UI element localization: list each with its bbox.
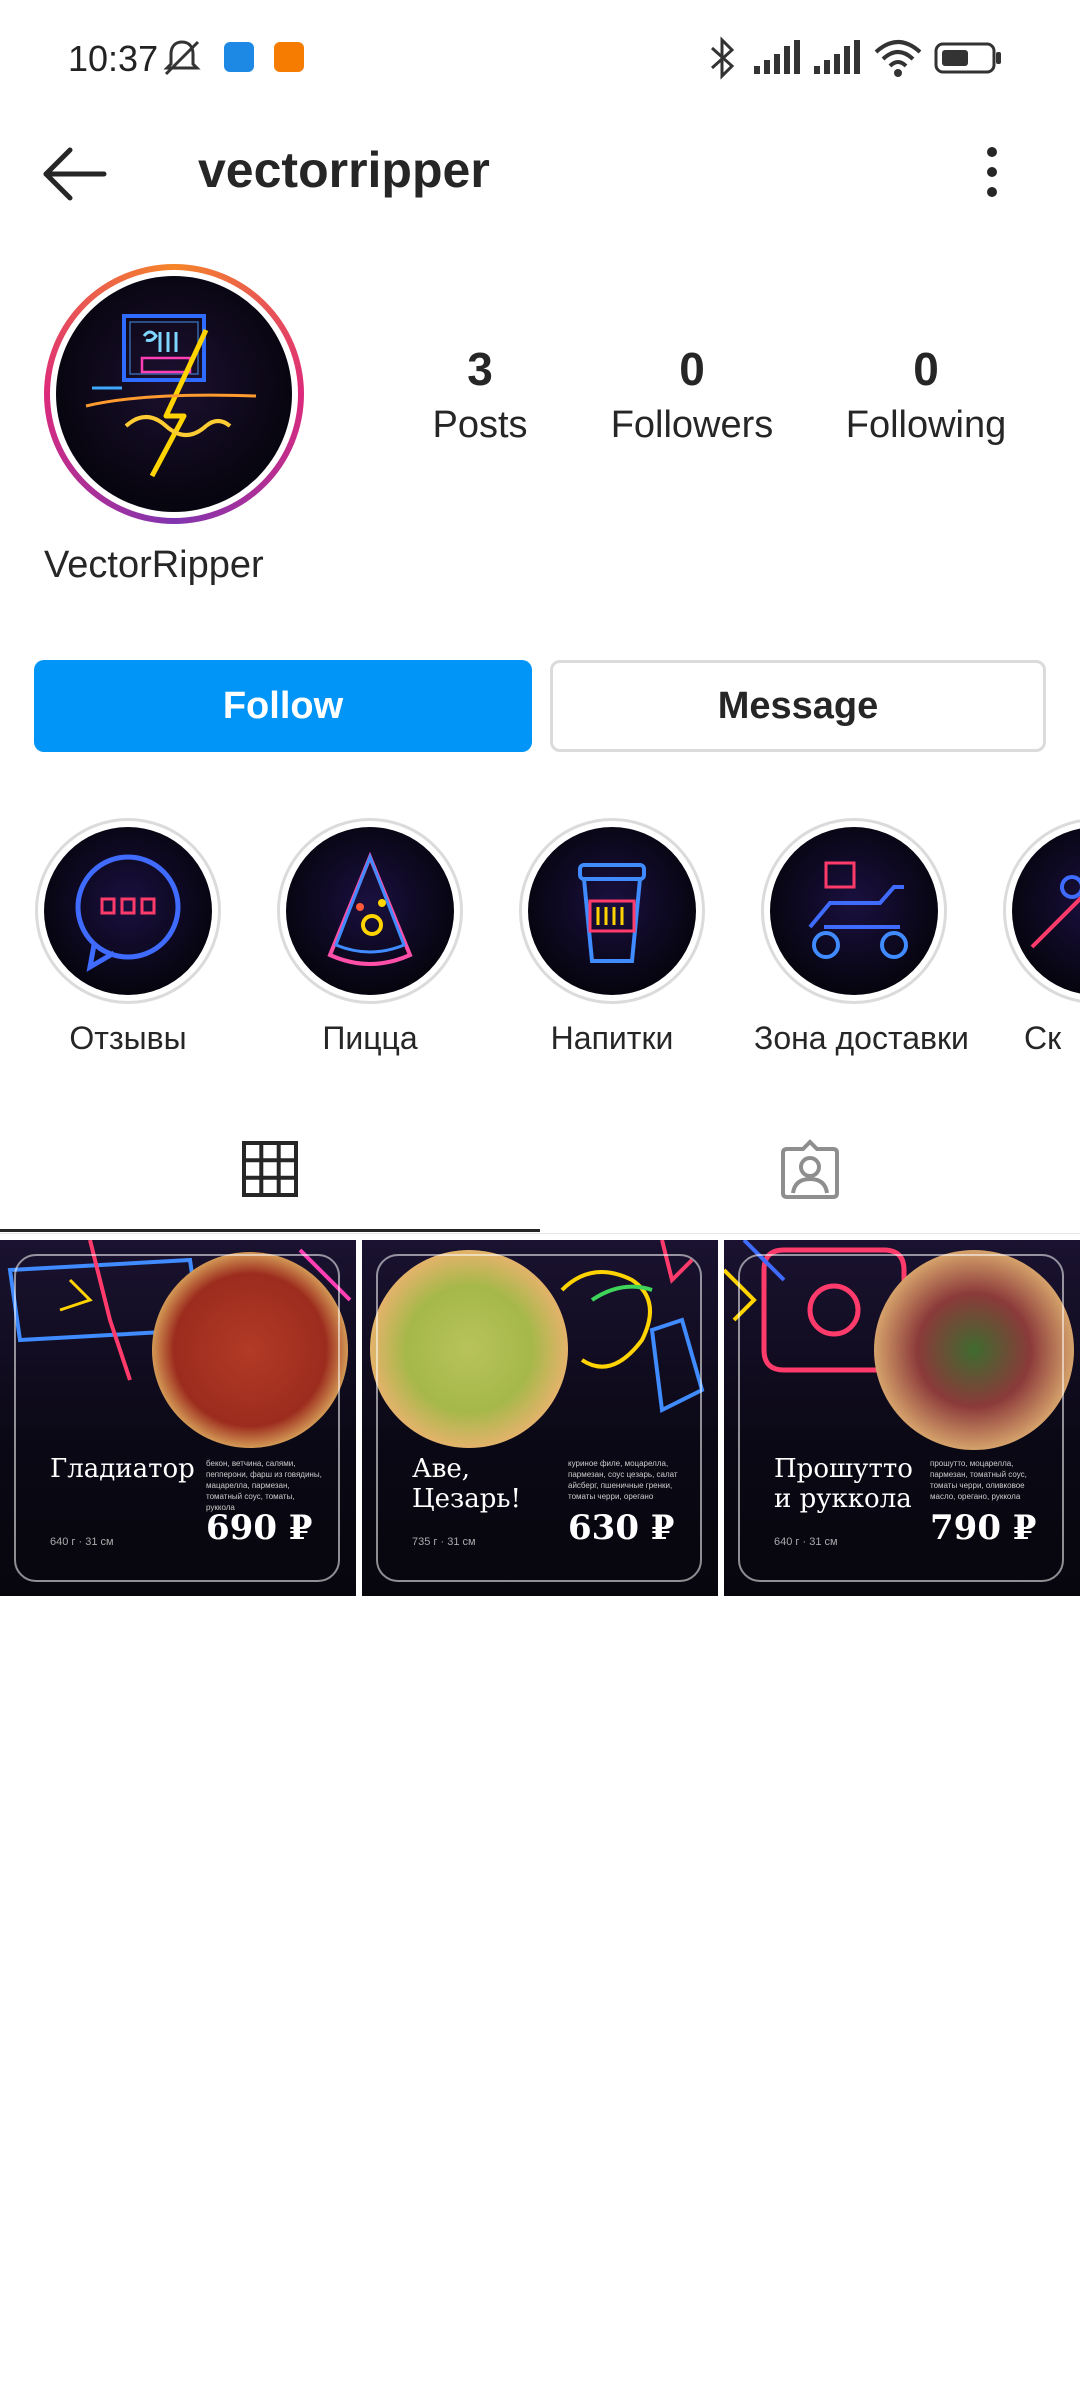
bluetooth-icon [710,36,735,80]
highlight-label: Отзывы [69,1020,187,1056]
signal-icon [814,40,860,74]
following-count[interactable]: 0 Following [816,340,1036,452]
avatar-story-ring[interactable] [44,264,304,524]
avatar [56,276,292,512]
post-description: прошутто, моцарелла, пармезан, томатный … [930,1459,1027,1501]
post-title: Аве, Цезарь! [412,1454,521,1514]
battery-icon [934,42,1001,74]
followers-count-label: Followers [610,404,774,446]
app-notification-icon [274,42,304,72]
post-price: 690 ₽ [206,1508,313,1548]
pizza-slice-icon [327,851,413,966]
tab-grid[interactable] [0,1108,540,1232]
scooter-icon [808,861,908,959]
post-price: 790 ₽ [930,1508,1037,1548]
post-thumbnail[interactable]: Аве, Цезарь! куриное филе, моцарелла, па… [362,1240,718,1596]
post-weight: 640 г [774,1536,800,1548]
profile-header: vectorripper [0,118,1080,228]
followers-count[interactable]: 0 Followers [582,340,802,452]
profile-tabs [0,1108,1080,1234]
tab-tagged[interactable] [540,1108,1080,1232]
posts-count-label: Posts [432,404,528,446]
status-time: 10:37 [68,38,159,79]
post-meta: 640 г · 31 см [774,1536,838,1548]
highlight-item[interactable]: Зона доставки [754,818,969,1057]
post-title: Прошутто и руккола [774,1454,913,1514]
status-bar: 10:37 [0,0,1080,118]
highlight-label: Пицца [322,1020,418,1056]
following-count-value: 0 [913,343,939,395]
highlight-item[interactable]: Отзывы [28,818,228,1057]
username-title: vectorripper [198,142,490,198]
neon-logo-icon [85,314,257,478]
wifi-icon [874,40,922,77]
neon-icon [1030,875,1080,949]
post-title: Гладиатор [50,1454,195,1484]
post-price: 630 ₽ [568,1508,675,1548]
more-options-icon[interactable] [970,142,1014,202]
post-thumbnail[interactable]: Гладиатор бекон, ветчина, салями, пеппер… [0,1240,356,1596]
drink-cup-icon [578,863,646,963]
app-notification-icon [224,42,254,72]
grid-icon [242,1140,298,1197]
message-button[interactable]: Message [550,660,1046,752]
post-size: 31 см [809,1536,838,1548]
highlight-item[interactable]: Ск [996,818,1080,1057]
profile-stats: 3 Posts 0 Followers 0 Following [370,340,1050,460]
follow-button[interactable]: Follow [34,660,532,752]
signal-icon [754,40,800,74]
highlight-label: Напитки [550,1020,674,1056]
post-description: бекон, ветчина, салями, пепперони, фарш … [206,1459,322,1512]
mute-notifications-icon [163,40,201,76]
highlight-label: Ск [1024,1020,1062,1056]
posts-grid: Гладиатор бекон, ветчина, салями, пеппер… [0,1240,1080,1596]
post-meta: 640 г · 31 см [50,1536,114,1548]
followers-count-value: 0 [679,343,705,395]
tagged-person-icon [781,1139,839,1199]
highlight-item[interactable]: Пицца [270,818,470,1057]
post-description: куриное филе, моцарелла, пармезан, соус … [568,1459,678,1501]
post-weight: 735 г [412,1536,438,1548]
posts-count[interactable]: 3 Posts [370,340,590,452]
story-highlights: Отзывы Пицца Напитки Зона доставки Ск [0,818,1080,1068]
following-count-label: Following [845,404,1007,446]
display-name: VectorRipper [44,544,264,586]
post-weight: 640 г [50,1536,76,1548]
post-meta: 735 г · 31 см [412,1536,476,1548]
post-size: 31 см [447,1536,476,1548]
highlight-item[interactable]: Напитки [512,818,712,1057]
posts-count-value: 3 [467,343,493,395]
highlight-label: Зона доставки [754,1020,969,1056]
post-thumbnail[interactable]: Прошутто и руккола прошутто, моцарелла, … [724,1240,1080,1596]
chat-bubble-icon [75,854,181,972]
back-arrow-icon[interactable] [40,146,110,202]
post-size: 31 см [85,1536,114,1548]
